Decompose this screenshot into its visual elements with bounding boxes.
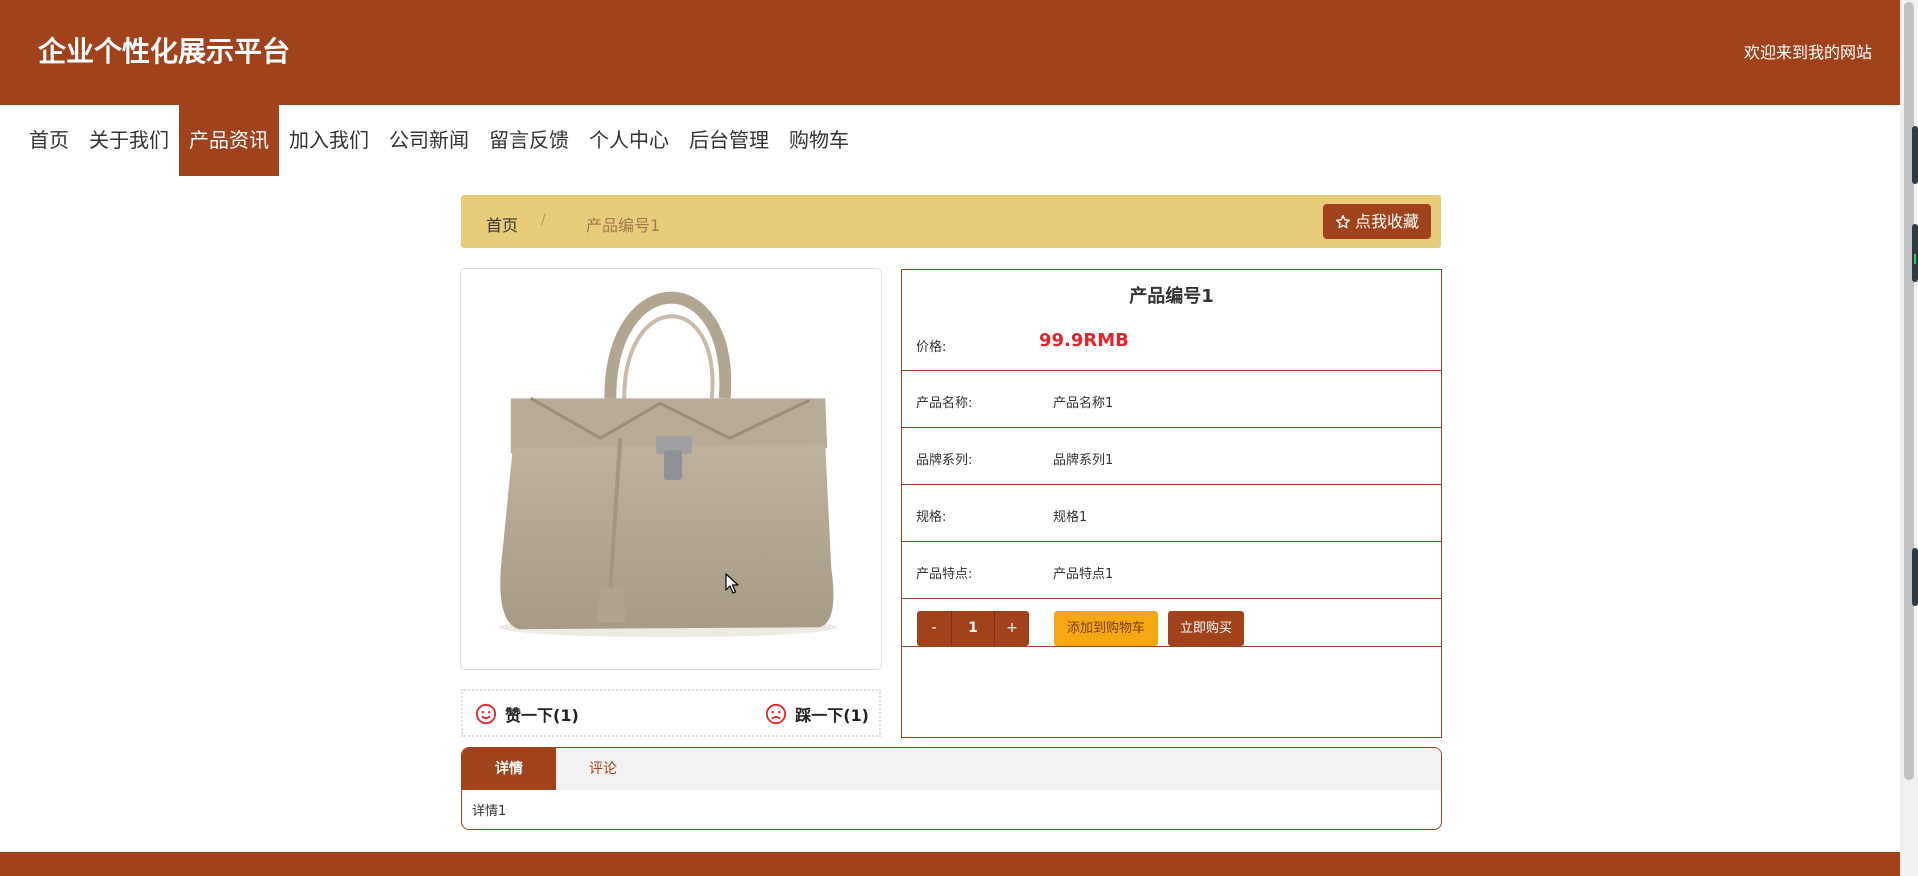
add-to-cart-button[interactable]: 添加到购物车 (1054, 611, 1158, 646)
scrollbar-marker (1912, 224, 1918, 282)
divider (902, 646, 1441, 647)
nav-item-admin[interactable]: 后台管理 (679, 105, 779, 176)
vote-panel: 赞一下(1) 踩一下(1) (461, 689, 881, 737)
quantity-plus-button[interactable]: + (995, 611, 1029, 646)
field-value: 产品特点1 (1053, 567, 1114, 582)
field-label: 品牌系列: (916, 453, 973, 468)
field-label: 产品特点: (916, 567, 973, 582)
tab-details[interactable]: 详情 (462, 748, 556, 790)
nav-item-cart[interactable]: 购物车 (779, 105, 859, 176)
info-row-name: 产品名称: 产品名称1 (902, 370, 1441, 427)
breadcrumb-separator: / (541, 212, 546, 228)
product-info-panel: 产品编号1 价格: 99.9RMB 产品名称: 产品名称1 品牌系列: 品牌系列… (901, 269, 1442, 738)
field-value: 产品名称1 (1053, 396, 1114, 411)
scrollbar-marker (1912, 548, 1918, 606)
site-footer (0, 852, 1900, 876)
nav-item-profile[interactable]: 个人中心 (579, 105, 679, 176)
price-label: 价格: (916, 340, 947, 355)
breadcrumb-current: 产品编号1 (586, 216, 661, 235)
favorite-button[interactable]: 点我收藏 (1322, 204, 1431, 239)
nav-item-home[interactable]: 首页 (19, 105, 79, 176)
field-label: 规格: (916, 510, 947, 525)
quantity-stepper: - 1 + (917, 611, 1029, 646)
like-label: 赞一下(1) (505, 706, 579, 725)
field-value: 品牌系列1 (1053, 453, 1114, 468)
scrollbar[interactable] (1900, 0, 1918, 876)
mouse-cursor-icon (725, 573, 739, 594)
nav-item-join[interactable]: 加入我们 (279, 105, 379, 176)
site-header: 企业个性化展示平台 欢迎来到我的网站 (0, 0, 1900, 105)
field-label: 产品名称: (916, 396, 973, 411)
nav-item-news[interactable]: 公司新闻 (379, 105, 479, 176)
nav-item-feedback[interactable]: 留言反馈 (479, 105, 579, 176)
tab-comments[interactable]: 评论 (556, 748, 650, 790)
purchase-row: - 1 + 添加到购物车 立即购买 (902, 603, 1441, 651)
field-value: 规格1 (1053, 510, 1088, 525)
star-outline-icon (1335, 214, 1350, 228)
favorite-button-label: 点我收藏 (1354, 212, 1419, 231)
dislike-label: 踩一下(1) (795, 706, 869, 725)
like-button[interactable]: 赞一下(1) (475, 702, 579, 726)
smile-icon (475, 703, 497, 725)
scrollbar-thumb[interactable] (1904, 2, 1914, 780)
welcome-text: 欢迎来到我的网站 (1744, 43, 1873, 62)
tabs-header: 详情 评论 (462, 748, 1441, 790)
nav-item-about[interactable]: 关于我们 (79, 105, 179, 176)
scrollbar-marker (1912, 126, 1918, 184)
buy-now-button[interactable]: 立即购买 (1168, 611, 1244, 646)
breadcrumb-home-link[interactable]: 首页 (486, 212, 518, 236)
detail-tabs: 详情 评论 详情1 (461, 747, 1442, 830)
handbag-image (461, 269, 881, 669)
divider (902, 598, 1441, 599)
tab-content: 详情1 (472, 804, 507, 819)
quantity-input[interactable]: 1 (951, 611, 995, 646)
product-title: 产品编号1 (1129, 286, 1214, 307)
breadcrumb: 首页 / 产品编号1 点我收藏 (461, 195, 1441, 248)
dislike-button[interactable]: 踩一下(1) (765, 702, 869, 726)
main-nav: 首页 关于我们 产品资讯 加入我们 公司新闻 留言反馈 个人中心 后台管理 购物… (0, 105, 859, 176)
frown-icon (766, 703, 787, 725)
info-row-spec: 规格: 规格1 (902, 484, 1441, 541)
quantity-minus-button[interactable]: - (917, 611, 951, 646)
info-row-feature: 产品特点: 产品特点1 (902, 541, 1441, 598)
price-value: 99.9RMB (1039, 330, 1129, 351)
nav-item-products[interactable]: 产品资讯 (179, 105, 279, 176)
product-image (460, 268, 882, 670)
info-row-brand: 品牌系列: 品牌系列1 (902, 427, 1441, 484)
site-title[interactable]: 企业个性化展示平台 (38, 30, 290, 70)
